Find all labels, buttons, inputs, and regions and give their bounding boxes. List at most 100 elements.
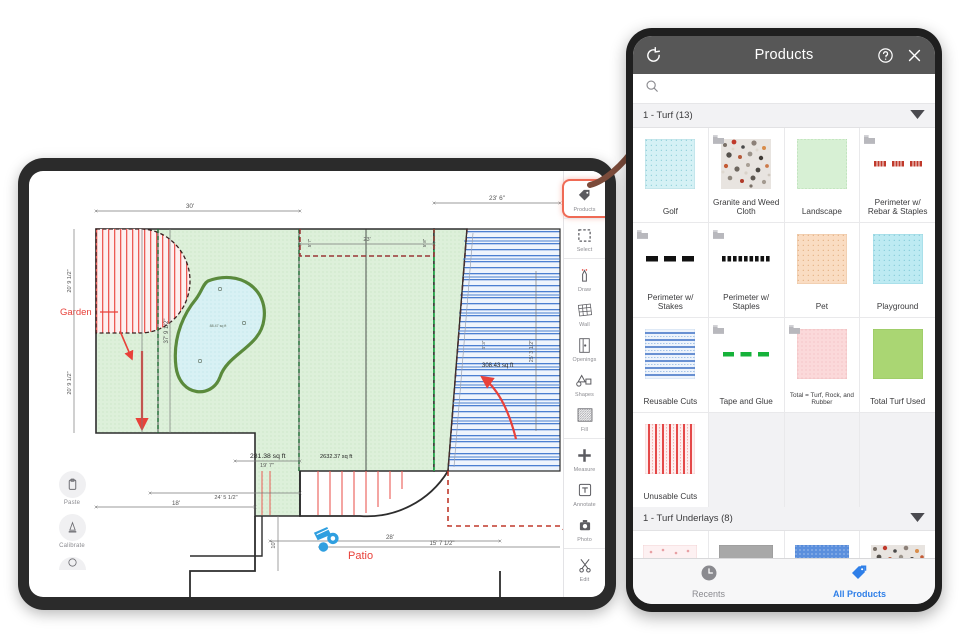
underlay-cell-4[interactable] xyxy=(860,531,935,558)
text-annotate-icon xyxy=(578,480,592,500)
sidebar-item-photo[interactable]: Photo xyxy=(564,511,606,546)
dim-25-3: 25' 3 1/2" xyxy=(529,340,535,363)
tab-all-products[interactable]: All Products xyxy=(784,559,935,604)
help-question-icon[interactable] xyxy=(877,47,894,64)
products-scroll-area[interactable]: 1 - Turf (13) Golf Granite and Weed Clot… xyxy=(633,104,935,558)
sidebar-item-select[interactable]: Select xyxy=(563,218,605,256)
swatch-peach-dotted xyxy=(796,234,847,284)
section-header-underlays[interactable]: 1 - Turf Underlays (8) xyxy=(633,507,935,531)
bottom-tabbar: Recents All Products xyxy=(633,558,935,604)
chevron-down-icon[interactable] xyxy=(910,512,925,525)
folder-icon xyxy=(712,321,724,339)
door-opening-icon xyxy=(578,335,591,355)
scissors-edit-icon xyxy=(578,555,592,575)
product-cell-total-turf-used[interactable]: Total Turf Used xyxy=(860,318,935,412)
swatch-light-green xyxy=(796,139,847,189)
sidebar-item-products[interactable]: Products xyxy=(563,181,605,216)
garden-label: Garden xyxy=(60,307,92,318)
product-cell-perimeter-stakes[interactable]: Perimeter w/ Stakes xyxy=(633,223,708,317)
tag-products-icon xyxy=(850,564,869,587)
sidebar-item-annotate[interactable]: Annotate xyxy=(564,476,606,511)
product-label-perimeter-rebar: Perimeter w/ Rebar & Staples xyxy=(867,197,928,217)
product-label-tape-glue: Tape and Glue xyxy=(719,397,773,407)
section-title-turf: 1 - Turf (13) xyxy=(643,110,693,121)
product-label-landscape: Landscape xyxy=(801,207,842,217)
sidebar-item-draw[interactable]: Draw xyxy=(563,258,605,296)
dim-4-3: 4' 3" xyxy=(481,340,486,349)
product-cell-perimeter-staples[interactable]: Perimeter w/ Staples xyxy=(708,223,784,317)
fill-hatch-icon xyxy=(577,405,593,425)
folder-icon xyxy=(712,226,724,244)
floorplan-canvas[interactable]: 88.47 sq ft Garden Patio 281.38 sq ft 26… xyxy=(29,171,605,597)
product-cell-pet[interactable]: Pet xyxy=(784,223,860,317)
tab-recents-label: Recents xyxy=(691,589,726,599)
pool-area-label: 88.47 sq ft xyxy=(210,324,227,328)
label-photo: Photo xyxy=(577,537,592,543)
section-header-turf[interactable]: 1 - Turf (13) xyxy=(633,104,935,128)
calibrate-icon xyxy=(58,514,86,541)
product-label-granite: Granite and Weed Cloth xyxy=(712,197,780,217)
product-cell-unusable-cuts[interactable]: Unusable Cuts xyxy=(633,413,708,507)
product-label-total-turf-used: Total Turf Used xyxy=(870,397,926,407)
folder-icon xyxy=(864,131,876,149)
calibrate-tool[interactable]: Calibrate xyxy=(49,514,95,549)
sprinkler-icon[interactable] xyxy=(313,524,339,552)
product-cell-landscape[interactable]: Landscape xyxy=(784,128,860,222)
more-tools-partial[interactable] xyxy=(58,557,86,570)
swatch-granite-speckle xyxy=(870,545,925,558)
dim-28: 28' xyxy=(386,534,394,541)
product-cell-golf[interactable]: Golf xyxy=(633,128,708,222)
underlay-cell-1[interactable] xyxy=(633,531,708,558)
product-label-playground: Playground xyxy=(876,302,919,312)
product-label-unusable-cuts: Unusable Cuts xyxy=(643,492,698,502)
paste-tool[interactable]: Paste xyxy=(49,471,95,506)
folder-icon xyxy=(637,226,648,244)
sidebar-item-openings[interactable]: Openings xyxy=(564,331,606,366)
sidebar-item-shapes[interactable]: Shapes xyxy=(564,366,606,401)
swatch-black-dash-blocks xyxy=(646,256,695,262)
search-input[interactable] xyxy=(659,82,935,95)
product-cell-reusable-cuts[interactable]: Reusable Cuts xyxy=(633,318,708,412)
search-icon xyxy=(645,79,659,98)
folder-icon xyxy=(712,131,724,149)
wall-icon xyxy=(577,300,593,320)
swatch-red-dash-blocks xyxy=(873,161,922,167)
sidebar-item-wall[interactable]: Wall xyxy=(564,296,606,331)
swatch-light-cyan-dotted xyxy=(645,139,696,189)
building-bottom-outline xyxy=(499,571,501,597)
product-cell-empty xyxy=(708,413,784,507)
label-wall: Wall xyxy=(579,322,590,328)
underlay-cell-2[interactable] xyxy=(708,531,784,558)
sidebar-item-fill[interactable]: Fill xyxy=(564,401,606,436)
area-label-2632: 2632.37 sq ft xyxy=(320,454,353,460)
label-select: Select xyxy=(576,247,593,253)
product-label-perimeter-stakes: Perimeter w/ Stakes xyxy=(647,292,694,312)
swatch-blue-dotted xyxy=(794,545,849,558)
product-cell-granite[interactable]: Granite and Weed Cloth xyxy=(708,128,784,222)
measure-icon xyxy=(577,445,592,465)
product-label-pet: Pet xyxy=(815,302,829,312)
refresh-icon[interactable] xyxy=(645,46,662,64)
dim-20-9-a: 20' 9 1/2" xyxy=(67,269,73,292)
product-cell-empty xyxy=(784,413,860,507)
products-header: Products xyxy=(633,36,935,74)
sidebar-item-measure[interactable]: Measure xyxy=(563,438,605,476)
product-cell-perimeter-rebar[interactable]: Perimeter w/ Rebar & Staples xyxy=(860,128,935,222)
tab-recents[interactable]: Recents xyxy=(633,559,784,604)
left-tablet-device: 88.47 sq ft Garden Patio 281.38 sq ft 26… xyxy=(18,158,616,610)
left-tablet-screen: 88.47 sq ft Garden Patio 281.38 sq ft 26… xyxy=(29,171,605,597)
chevron-down-icon[interactable] xyxy=(910,109,925,122)
close-x-icon[interactable] xyxy=(906,47,923,64)
sidebar-item-edit[interactable]: Edit xyxy=(563,548,605,586)
label-measure: Measure xyxy=(573,467,596,473)
swatch-blue-stripes xyxy=(645,329,696,379)
product-cell-tape-glue[interactable]: Tape and Glue xyxy=(708,318,784,412)
dim-15-7: 15' 7 1/2" xyxy=(430,541,455,547)
search-bar[interactable] xyxy=(633,74,935,104)
underlay-cell-3[interactable] xyxy=(784,531,860,558)
product-label-golf: Golf xyxy=(662,207,678,217)
product-cell-playground[interactable]: Playground xyxy=(860,223,935,317)
product-cell-total-mix[interactable]: Total = Turf, Rock, and Rubber xyxy=(784,318,860,412)
building-inner-outline xyxy=(190,516,263,557)
area-label-281: 281.38 sq ft xyxy=(250,453,286,460)
